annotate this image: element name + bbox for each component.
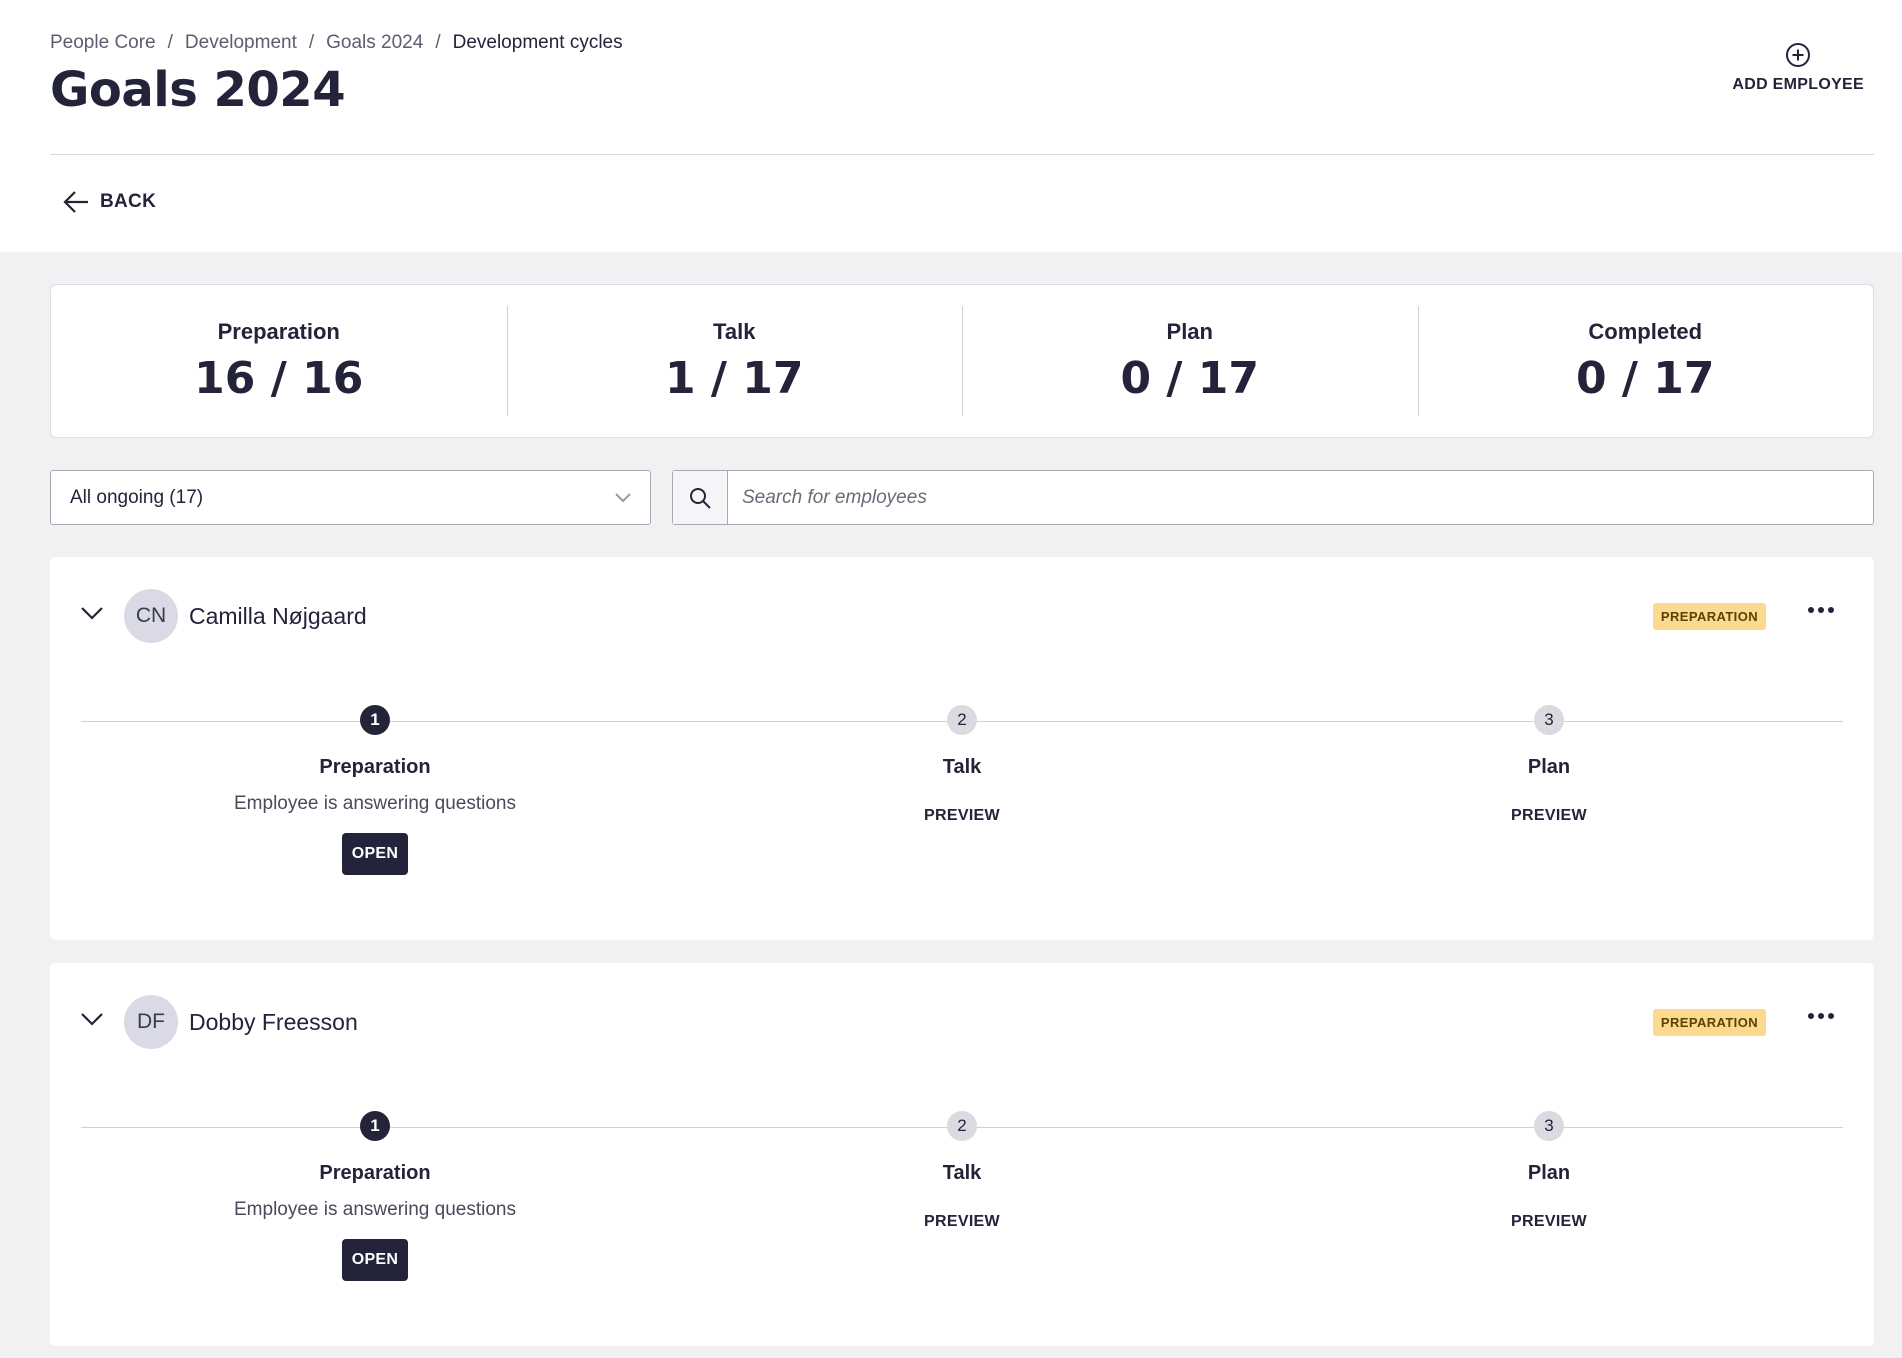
stat-value: 16 / 16 bbox=[194, 352, 364, 404]
stat-value: 0 / 17 bbox=[1120, 352, 1260, 404]
stat-preparation: Preparation 16 / 16 bbox=[51, 306, 507, 416]
employee-card-header: CN Camilla Nøjgaard PREPARATION bbox=[50, 557, 1874, 675]
avatar: CN bbox=[124, 589, 178, 643]
status-badge: PREPARATION bbox=[1652, 603, 1766, 630]
breadcrumb-item-goals[interactable]: Goals 2024 bbox=[326, 32, 423, 54]
breadcrumb-item-people-core[interactable]: People Core bbox=[50, 32, 156, 54]
step-number: 1 bbox=[360, 705, 390, 735]
breadcrumb-item-development[interactable]: Development bbox=[185, 32, 297, 54]
step-description: Employee is answering questions bbox=[234, 793, 516, 814]
chevron-down-icon[interactable] bbox=[80, 605, 104, 621]
step-title: Talk bbox=[942, 756, 982, 778]
search-icon-box bbox=[673, 471, 728, 524]
step-talk: 2 Talk PREVIEW bbox=[762, 1111, 1162, 1231]
status-badge: PREPARATION bbox=[1652, 1009, 1766, 1036]
stat-completed: Completed 0 / 17 bbox=[1417, 306, 1874, 416]
step-talk: 2 Talk PREVIEW bbox=[762, 705, 1162, 825]
stat-plan: Plan 0 / 17 bbox=[962, 306, 1418, 416]
preview-link[interactable]: PREVIEW bbox=[1349, 807, 1749, 825]
progress-summary: Preparation 16 / 16 Talk 1 / 17 Plan 0 /… bbox=[50, 284, 1874, 438]
step-plan: 3 Plan PREVIEW bbox=[1349, 705, 1749, 825]
step-title: Talk bbox=[942, 1162, 982, 1184]
employee-name[interactable]: Dobby Freesson bbox=[189, 1009, 358, 1036]
preview-link[interactable]: PREVIEW bbox=[762, 1213, 1162, 1231]
breadcrumb-item-current: Development cycles bbox=[452, 32, 623, 53]
avatar: DF bbox=[124, 995, 178, 1049]
back-button[interactable]: BACK bbox=[62, 188, 156, 216]
search-input[interactable] bbox=[728, 471, 1873, 524]
stat-value: 1 / 17 bbox=[664, 352, 804, 404]
step-number: 3 bbox=[1534, 705, 1564, 735]
employee-card-header: DF Dobby Freesson PREPARATION bbox=[50, 963, 1874, 1081]
preview-link[interactable]: PREVIEW bbox=[762, 807, 1162, 825]
chevron-down-icon bbox=[615, 492, 631, 502]
stat-label: Preparation bbox=[217, 318, 340, 344]
stat-value: 0 / 17 bbox=[1575, 352, 1715, 404]
status-filter-value: All ongoing (17) bbox=[70, 486, 204, 508]
arrow-left-icon bbox=[63, 191, 88, 213]
status-filter-select[interactable]: All ongoing (17) bbox=[50, 470, 651, 525]
employee-card: DF Dobby Freesson PREPARATION 1 Preparat… bbox=[50, 963, 1874, 1346]
chevron-down-icon[interactable] bbox=[80, 1011, 104, 1027]
step-preparation: 1 Preparation Employee is answering ques… bbox=[175, 705, 575, 875]
step-number: 1 bbox=[360, 1111, 390, 1141]
header-divider bbox=[50, 154, 1874, 155]
step-description: Employee is answering questions bbox=[234, 1199, 516, 1220]
stat-talk: Talk 1 / 17 bbox=[506, 306, 963, 416]
page-header: People Core / Development / Goals 2024 /… bbox=[0, 0, 1902, 252]
step-number: 2 bbox=[947, 1111, 977, 1141]
step-plan: 3 Plan PREVIEW bbox=[1349, 1111, 1749, 1231]
step-title: Preparation bbox=[319, 756, 431, 778]
more-options-icon[interactable] bbox=[1808, 1013, 1834, 1019]
stat-label: Completed bbox=[1588, 318, 1703, 344]
stat-label: Talk bbox=[713, 318, 756, 344]
open-button[interactable]: OPEN bbox=[341, 1239, 409, 1281]
step-preparation: 1 Preparation Employee is answering ques… bbox=[175, 1111, 575, 1281]
plus-circle-icon bbox=[1786, 43, 1811, 67]
employee-name[interactable]: Camilla Nøjgaard bbox=[189, 603, 367, 630]
breadcrumb: People Core / Development / Goals 2024 /… bbox=[50, 32, 623, 54]
open-button[interactable]: OPEN bbox=[341, 833, 409, 875]
search-icon bbox=[690, 487, 711, 509]
step-title: Plan bbox=[1527, 756, 1571, 778]
breadcrumb-separator: / bbox=[435, 32, 441, 53]
step-number: 3 bbox=[1534, 1111, 1564, 1141]
employee-search bbox=[672, 470, 1874, 525]
step-title: Plan bbox=[1527, 1162, 1571, 1184]
breadcrumb-separator: / bbox=[167, 32, 173, 53]
page-title: Goals 2024 bbox=[50, 62, 346, 118]
more-options-icon[interactable] bbox=[1808, 607, 1834, 613]
preview-link[interactable]: PREVIEW bbox=[1349, 1213, 1749, 1231]
employee-card: CN Camilla Nøjgaard PREPARATION 1 Prepar… bbox=[50, 557, 1874, 940]
step-title: Preparation bbox=[319, 1162, 431, 1184]
step-number: 2 bbox=[947, 705, 977, 735]
breadcrumb-separator: / bbox=[308, 32, 315, 53]
add-employee-label: ADD EMPLOYEE bbox=[1732, 76, 1864, 93]
back-label: BACK bbox=[100, 191, 157, 212]
stat-label: Plan bbox=[1166, 318, 1213, 344]
add-employee-button[interactable]: ADD EMPLOYEE bbox=[1732, 42, 1864, 94]
